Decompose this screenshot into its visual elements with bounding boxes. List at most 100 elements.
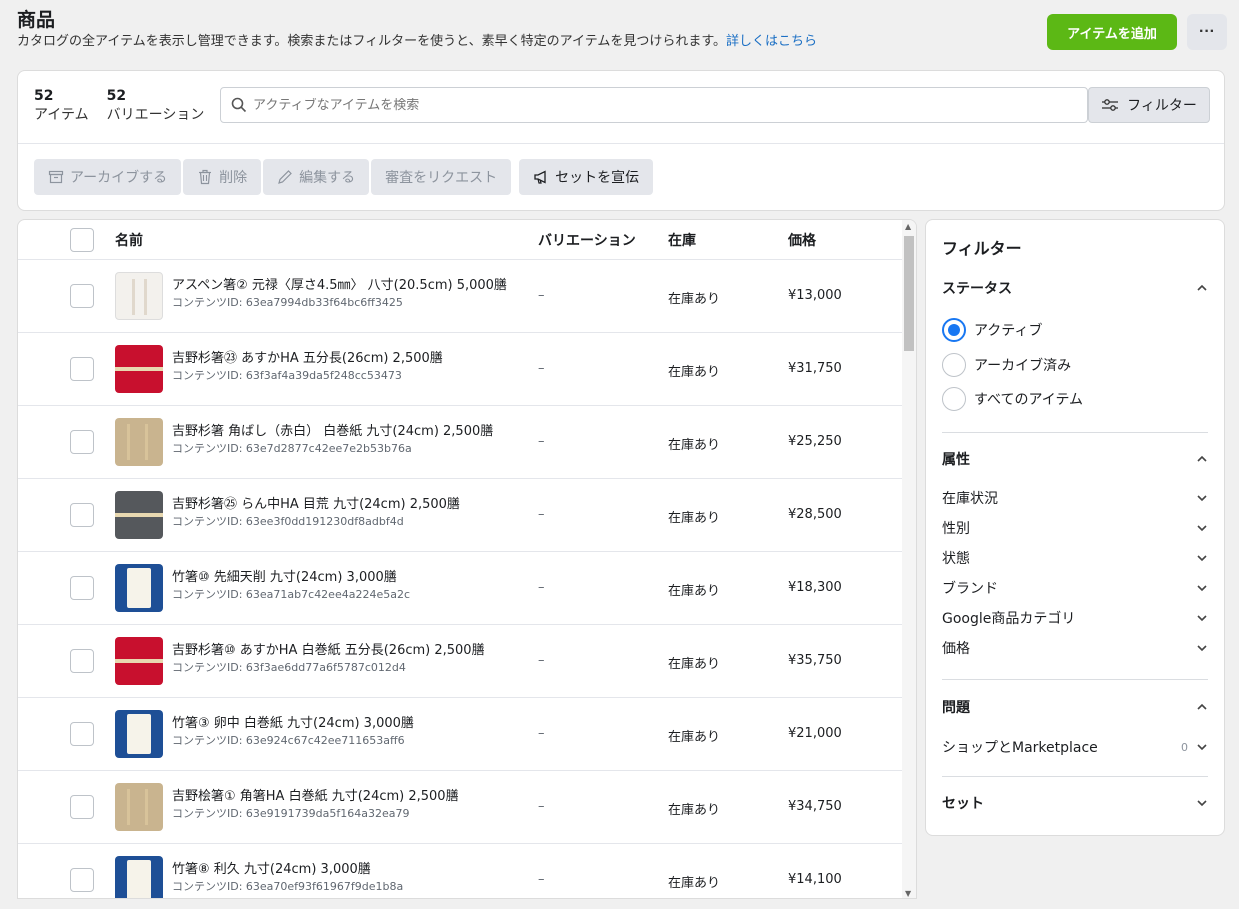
status-option-all[interactable]: すべてのアイテム <box>942 387 1083 411</box>
product-name-block[interactable]: 吉野桧箸① 角箸HA 白巻紙 九寸(24cm) 2,500膳 コンテンツID: 6… <box>172 788 459 822</box>
product-price: ¥35,750 <box>788 653 842 668</box>
row-checkbox[interactable] <box>70 868 94 892</box>
product-name-block[interactable]: 吉野杉箸㉓ あすかHA 五分長(26cm) 2,500膳 コンテンツID: 63f… <box>172 350 443 384</box>
trash-icon <box>199 169 212 185</box>
row-checkbox[interactable] <box>70 649 94 673</box>
product-name[interactable]: アスペン箸② 元禄〈厚さ4.5㎜〉 八寸(20.5cm) 5,000膳 <box>172 277 507 295</box>
attribute-filter-item[interactable]: ブランド <box>942 578 1208 598</box>
header-variation[interactable]: バリエーション <box>538 230 636 250</box>
product-variation: – <box>538 872 545 887</box>
table-header: 名前 バリエーション 在庫 価格 <box>18 220 916 260</box>
promote-set-button[interactable]: セットを宣伝 <box>519 159 654 195</box>
row-checkbox[interactable] <box>70 357 94 381</box>
variations-count: 52 バリエーション <box>107 87 205 125</box>
scroll-thumb[interactable] <box>904 236 914 351</box>
product-name-block[interactable]: 吉野杉箸㉕ らん中HA 目荒 九寸(24cm) 2,500膳 コンテンツID: 6… <box>172 496 460 530</box>
product-name-block[interactable]: アスペン箸② 元禄〈厚さ4.5㎜〉 八寸(20.5cm) 5,000膳 コンテンツ… <box>172 277 507 311</box>
search-box[interactable] <box>220 87 1088 123</box>
product-content-id: コンテンツID: 63e9191739da5f164a32ea79 <box>172 807 410 820</box>
table-row[interactable]: 吉野杉箸㉓ あすかHA 五分長(26cm) 2,500膳 コンテンツID: 63f… <box>18 333 916 406</box>
product-name[interactable]: 竹箸⑧ 利久 九寸(24cm) 3,000膳 <box>172 861 403 879</box>
product-name-block[interactable]: 竹箸⑧ 利久 九寸(24cm) 3,000膳 コンテンツID: 63ea70ef9… <box>172 861 403 895</box>
filter-button[interactable]: フィルター <box>1088 87 1210 123</box>
product-name[interactable]: 吉野杉箸 角ばし（赤白） 白巻紙 九寸(24cm) 2,500膳 <box>172 423 493 441</box>
radio-archived[interactable] <box>942 353 966 377</box>
row-checkbox[interactable] <box>70 795 94 819</box>
add-item-button[interactable]: アイテムを追加 <box>1047 14 1177 50</box>
scroll-down-arrow-icon[interactable]: ▼ <box>905 889 911 898</box>
edit-button[interactable]: 編集する <box>263 159 370 195</box>
issues-shop-marketplace[interactable]: ショップとMarketplace 0 <box>942 737 1208 757</box>
chevron-down-icon <box>1197 800 1207 807</box>
table-row[interactable]: アスペン箸② 元禄〈厚さ4.5㎜〉 八寸(20.5cm) 5,000膳 コンテンツ… <box>18 260 916 333</box>
product-name[interactable]: 吉野桧箸① 角箸HA 白巻紙 九寸(24cm) 2,500膳 <box>172 788 459 806</box>
product-content-id: コンテンツID: 63f3ae6dd77a6f5787c012d4 <box>172 661 406 674</box>
table-row[interactable]: 竹箸⑧ 利久 九寸(24cm) 3,000膳 コンテンツID: 63ea70ef9… <box>18 844 916 898</box>
promote-set-label: セットを宣伝 <box>555 170 640 186</box>
product-name-block[interactable]: 吉野杉箸⑩ あすかHA 白巻紙 五分長(26cm) 2,500膳 コンテンツID:… <box>172 642 485 676</box>
more-options-button[interactable]: ··· <box>1187 14 1227 50</box>
table-row[interactable]: 竹箸③ 卵中 白巻紙 九寸(24cm) 3,000膳 コンテンツID: 63e92… <box>18 698 916 771</box>
header-price[interactable]: 価格 <box>788 230 816 250</box>
product-name[interactable]: 竹箸③ 卵中 白巻紙 九寸(24cm) 3,000膳 <box>172 715 414 733</box>
chevron-down-icon <box>1197 495 1207 502</box>
attribute-filter-item[interactable]: 状態 <box>942 548 1208 568</box>
product-name-block[interactable]: 吉野杉箸 角ばし（赤白） 白巻紙 九寸(24cm) 2,500膳 コンテンツID:… <box>172 423 493 457</box>
scroll-up-arrow-icon[interactable]: ▲ <box>905 222 911 231</box>
request-review-label: 審査をリクエスト <box>385 170 498 186</box>
header-stock[interactable]: 在庫 <box>668 230 696 250</box>
product-name[interactable]: 吉野杉箸⑩ あすかHA 白巻紙 五分長(26cm) 2,500膳 <box>172 642 485 660</box>
product-price: ¥25,250 <box>788 434 842 449</box>
radio-active[interactable] <box>942 318 966 342</box>
product-variation: – <box>538 361 545 376</box>
product-variation: – <box>538 434 545 449</box>
issues-section-header[interactable]: 問題 <box>942 697 1208 717</box>
status-option-active[interactable]: アクティブ <box>942 318 1042 342</box>
product-content-id: コンテンツID: 63f3af4a39da5f248cc53473 <box>172 369 402 382</box>
header-name[interactable]: 名前 <box>115 230 143 250</box>
product-thumbnail <box>115 856 163 898</box>
chevron-down-icon <box>1197 555 1207 562</box>
attributes-section-header[interactable]: 属性 <box>942 449 1208 469</box>
radio-all[interactable] <box>942 387 966 411</box>
product-name[interactable]: 吉野杉箸㉕ らん中HA 目荒 九寸(24cm) 2,500膳 <box>172 496 460 514</box>
row-checkbox[interactable] <box>70 430 94 454</box>
archive-button[interactable]: アーカイブする <box>34 159 182 195</box>
product-content-id: コンテンツID: 63e924c67c42ee711653aff6 <box>172 734 405 747</box>
chevron-down-icon <box>1197 645 1207 652</box>
table-row[interactable]: 吉野杉箸⑩ あすかHA 白巻紙 五分長(26cm) 2,500膳 コンテンツID:… <box>18 625 916 698</box>
table-row[interactable]: 吉野杉箸㉕ らん中HA 目荒 九寸(24cm) 2,500膳 コンテンツID: 6… <box>18 479 916 552</box>
row-checkbox[interactable] <box>70 722 94 746</box>
attribute-filter-item[interactable]: 価格 <box>942 638 1208 658</box>
attribute-filter-item[interactable]: 在庫状況 <box>942 488 1208 508</box>
search-input[interactable] <box>253 97 1033 113</box>
attribute-filter-item[interactable]: Google商品カテゴリ <box>942 608 1208 628</box>
product-name[interactable]: 吉野杉箸㉓ あすかHA 五分長(26cm) 2,500膳 <box>172 350 443 368</box>
request-review-button[interactable]: 審査をリクエスト <box>371 159 512 195</box>
chevron-down-icon <box>1197 615 1207 622</box>
product-name[interactable]: 竹箸⑩ 先細天削 九寸(24cm) 3,000膳 <box>172 569 410 587</box>
row-checkbox[interactable] <box>70 503 94 527</box>
attribute-filter-item[interactable]: 性別 <box>942 518 1208 538</box>
product-name-block[interactable]: 竹箸⑩ 先細天削 九寸(24cm) 3,000膳 コンテンツID: 63ea71a… <box>172 569 410 603</box>
status-option-archived[interactable]: アーカイブ済み <box>942 353 1071 377</box>
product-thumbnail <box>115 783 163 831</box>
product-thumbnail <box>115 637 163 685</box>
row-checkbox[interactable] <box>70 576 94 600</box>
delete-button[interactable]: 削除 <box>183 159 262 195</box>
row-checkbox[interactable] <box>70 284 94 308</box>
product-stock: 在庫あり <box>668 657 721 672</box>
product-price: ¥18,300 <box>788 580 842 595</box>
product-name-block[interactable]: 竹箸③ 卵中 白巻紙 九寸(24cm) 3,000膳 コンテンツID: 63e92… <box>172 715 414 749</box>
status-option-label: アーカイブ済み <box>974 358 1072 374</box>
items-table: 名前 バリエーション 在庫 価格 アスペン箸② 元禄〈厚さ4.5㎜〉 八寸(20… <box>17 219 917 899</box>
table-row[interactable]: 竹箸⑩ 先細天削 九寸(24cm) 3,000膳 コンテンツID: 63ea71a… <box>18 552 916 625</box>
learn-more-link[interactable]: 詳しくはこちら <box>726 34 817 49</box>
scrollbar[interactable]: ▲ ▼ <box>902 220 916 898</box>
sets-section-header[interactable]: セット <box>942 793 1208 813</box>
table-row[interactable]: 吉野桧箸① 角箸HA 白巻紙 九寸(24cm) 2,500膳 コンテンツID: 6… <box>18 771 916 844</box>
status-section-header[interactable]: ステータス <box>942 278 1208 298</box>
table-row[interactable]: 吉野杉箸 角ばし（赤白） 白巻紙 九寸(24cm) 2,500膳 コンテンツID:… <box>18 406 916 479</box>
select-all-checkbox[interactable] <box>70 228 94 252</box>
chevron-down-icon <box>1197 525 1207 532</box>
